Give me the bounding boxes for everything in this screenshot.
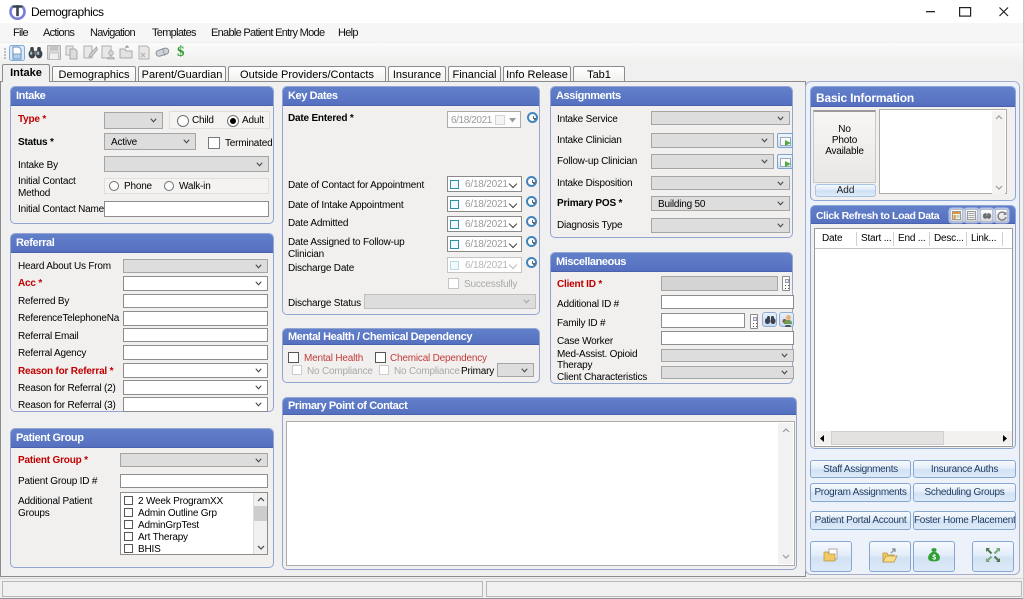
svg-text:$: $ — [932, 555, 936, 562]
